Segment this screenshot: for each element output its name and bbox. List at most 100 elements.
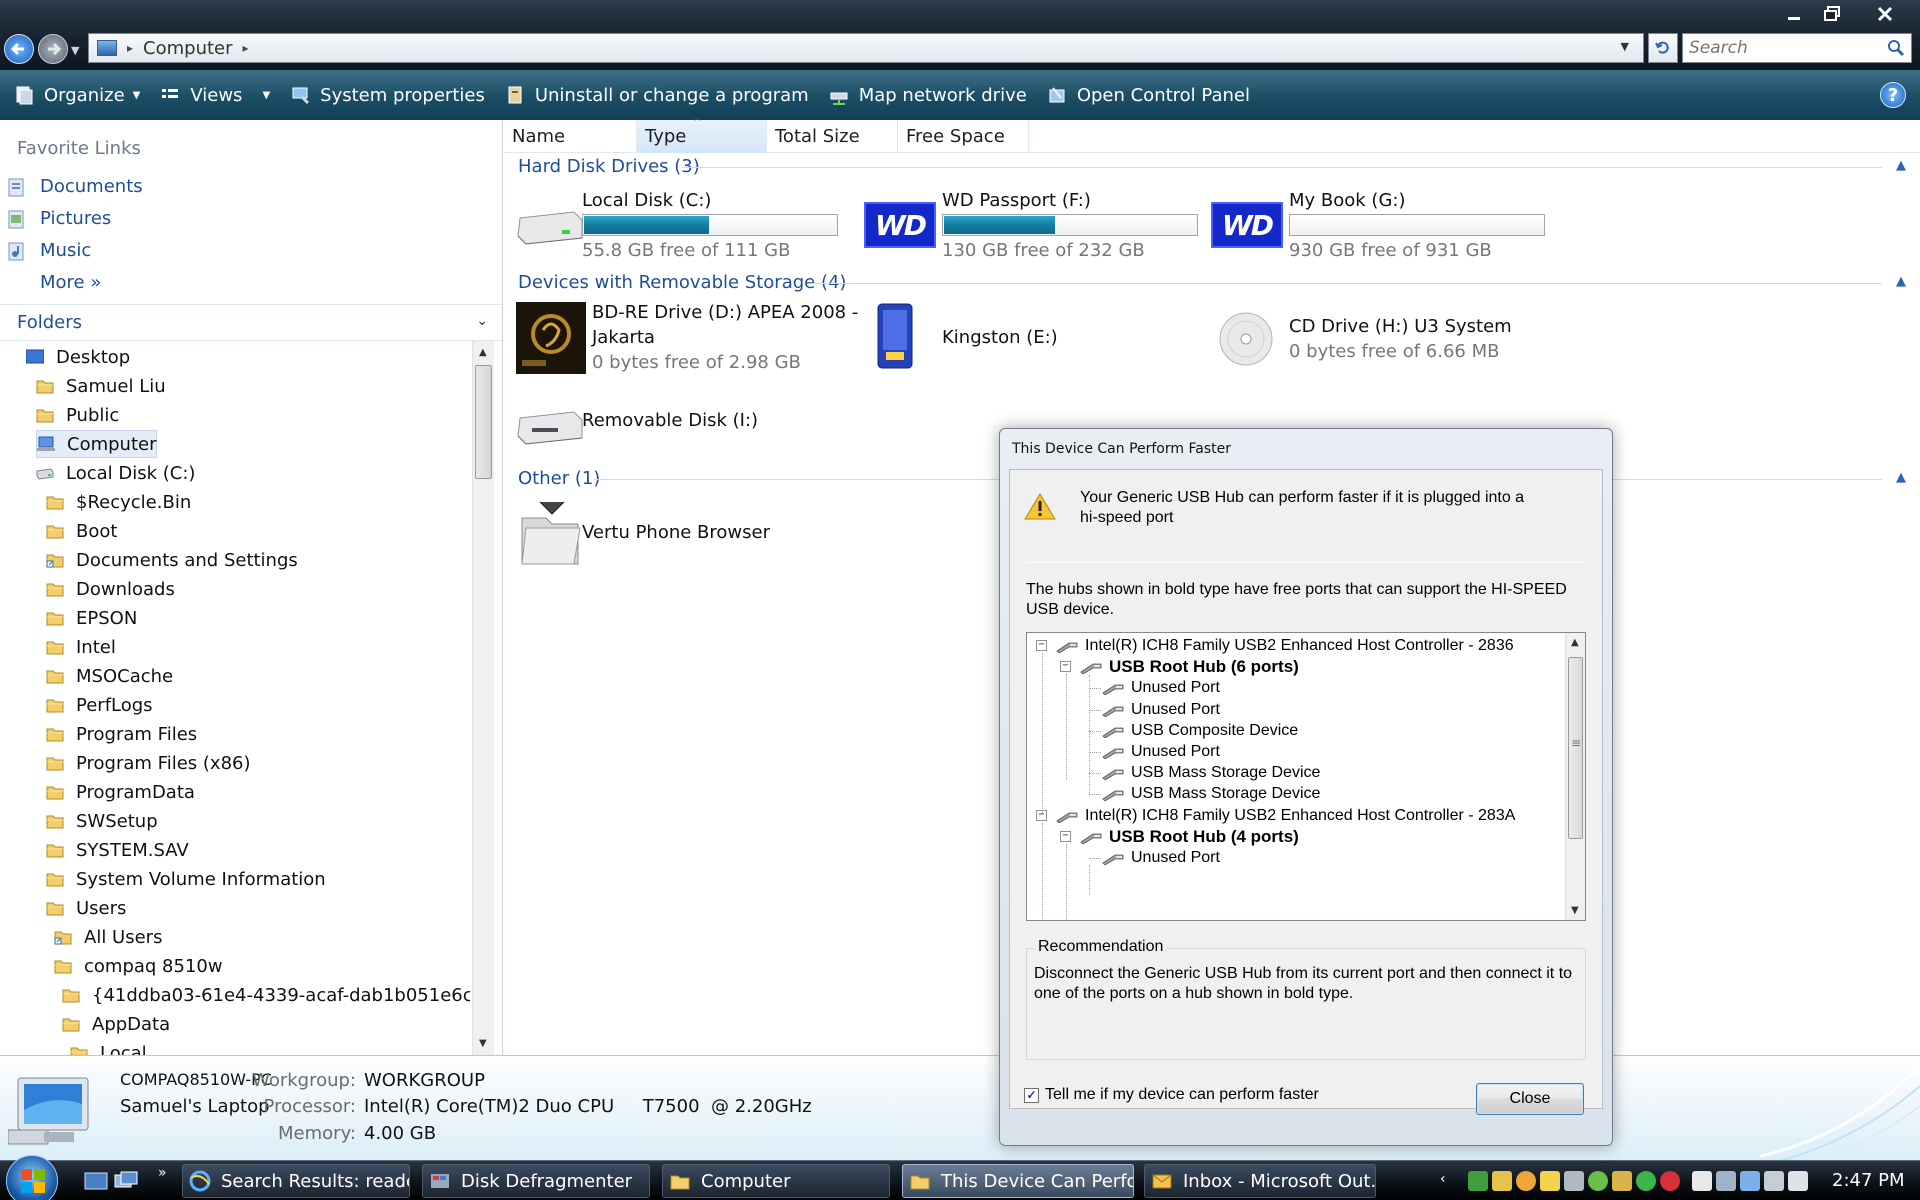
notify-checkbox-row[interactable]: ✓ Tell me if my device can perform faste… bbox=[1024, 1086, 1319, 1104]
drive-my-book-g[interactable]: WD My Book (G:) 930 GB free of 931 GB bbox=[1207, 190, 1545, 270]
help-icon[interactable]: ? bbox=[1880, 82, 1906, 108]
usb-port-node[interactable]: Unused Port bbox=[1101, 845, 1220, 871]
folder-tree-item[interactable]: PerfLogs bbox=[46, 691, 153, 719]
folders-header[interactable]: Folders ⌄ bbox=[0, 305, 502, 341]
open-control-panel-button[interactable]: Open Control Panel bbox=[1047, 85, 1250, 106]
collapse-group-icon[interactable]: ▲ bbox=[1896, 470, 1906, 485]
folder-tree-item[interactable]: System Volume Information bbox=[46, 865, 326, 893]
tray-utility-icon[interactable] bbox=[1540, 1171, 1560, 1191]
switch-windows-icon[interactable] bbox=[114, 1171, 138, 1191]
collapse-group-icon[interactable]: ▲ bbox=[1896, 274, 1906, 289]
tray-network-connection-icon[interactable] bbox=[1764, 1171, 1784, 1191]
tray-update-icon[interactable] bbox=[1636, 1171, 1656, 1191]
taskbar-button-computer[interactable]: Computer bbox=[662, 1164, 890, 1198]
drive-removable-i[interactable]: Removable Disk (I:) bbox=[514, 390, 814, 460]
search-input[interactable] bbox=[1689, 38, 1879, 58]
folder-tree-item[interactable]: Samuel Liu bbox=[36, 372, 166, 400]
address-bar[interactable]: ▸ Computer ▸ ▼ bbox=[88, 33, 1644, 63]
tray-volume-icon[interactable] bbox=[1788, 1171, 1808, 1191]
taskbar-button-search-results[interactable]: Search Results: reader... bbox=[182, 1164, 410, 1198]
folder-tree-item[interactable]: Desktop bbox=[26, 343, 130, 371]
forward-button[interactable] bbox=[38, 34, 68, 64]
folder-tree-item[interactable]: Boot bbox=[46, 517, 117, 545]
address-dropdown-icon[interactable]: ▼ bbox=[1621, 40, 1629, 53]
column-header-free-space[interactable]: Free Space bbox=[898, 120, 1029, 153]
collapse-node-icon[interactable]: − bbox=[1060, 830, 1071, 842]
taskbar-button-disk-defragmenter[interactable]: Disk Defragmenter bbox=[422, 1164, 650, 1198]
usb-tree-scrollbar[interactable]: ▲ ▼ bbox=[1565, 633, 1585, 920]
scroll-down-icon[interactable]: ▼ bbox=[1571, 905, 1579, 916]
group-header-removable-storage[interactable]: Devices with Removable Storage (4) bbox=[518, 272, 846, 293]
drive-cd-h[interactable]: CD Drive (H:) U3 System 0 bytes free of … bbox=[1207, 300, 1527, 380]
tray-device-icon[interactable] bbox=[1692, 1171, 1712, 1191]
organize-button[interactable]: Organize ▼ bbox=[14, 85, 140, 106]
tray-usb-icon[interactable] bbox=[1564, 1171, 1584, 1191]
folder-tree-item[interactable]: Computer bbox=[36, 430, 158, 458]
folder-tree-item[interactable]: Downloads bbox=[46, 575, 175, 603]
breadcrumb-separator-icon[interactable]: ▸ bbox=[243, 41, 249, 55]
tray-power-icon[interactable] bbox=[1740, 1171, 1760, 1191]
notify-checkbox[interactable]: ✓ bbox=[1024, 1087, 1039, 1103]
collapse-group-icon[interactable]: ▲ bbox=[1896, 158, 1906, 173]
notify-checkbox-label[interactable]: Tell me if my device can perform faster bbox=[1045, 1086, 1319, 1104]
scrollbar-thumb[interactable] bbox=[475, 365, 492, 479]
scroll-down-icon[interactable]: ▼ bbox=[479, 1038, 487, 1049]
favorite-link-pictures[interactable]: Pictures bbox=[8, 208, 111, 229]
drive-local-disk-c[interactable]: Local Disk (C:) 55.8 GB free of 111 GB bbox=[514, 190, 838, 270]
folder-tree-item[interactable]: Documents and Settings bbox=[46, 546, 298, 574]
folder-tree-item[interactable]: Public bbox=[36, 401, 119, 429]
collapse-node-icon[interactable]: − bbox=[1060, 661, 1071, 673]
folder-tree-item[interactable]: {41ddba03-61e4-4339-acaf-dab1b051e6c4} bbox=[62, 981, 470, 1009]
item-vertu-phone-browser[interactable]: Vertu Phone Browser bbox=[514, 498, 814, 578]
breadcrumb-computer[interactable]: Computer bbox=[143, 38, 232, 59]
system-properties-button[interactable]: System properties bbox=[290, 85, 485, 106]
quick-launch-more-icon[interactable]: » bbox=[158, 1165, 167, 1181]
tray-network-icon[interactable] bbox=[1468, 1171, 1488, 1191]
folder-tree-item[interactable]: SYSTEM.SAV bbox=[46, 836, 189, 864]
folder-tree-item[interactable]: $Recycle.Bin bbox=[46, 488, 191, 516]
folder-tree-item[interactable]: EPSON bbox=[46, 604, 137, 632]
favorite-links-more[interactable]: More » bbox=[40, 272, 101, 293]
taskbar-clock[interactable]: 2:47 PM bbox=[1832, 1170, 1905, 1191]
restore-button[interactable] bbox=[1810, 0, 1854, 28]
search-box[interactable] bbox=[1682, 33, 1912, 63]
map-network-drive-button[interactable]: Map network drive bbox=[829, 85, 1027, 106]
collapse-node-icon[interactable]: − bbox=[1036, 640, 1047, 651]
folder-tree-item[interactable]: Intel bbox=[46, 633, 116, 661]
scroll-up-icon[interactable]: ▲ bbox=[479, 347, 487, 358]
folder-tree-item[interactable]: Program Files (x86) bbox=[46, 749, 251, 777]
group-header-other[interactable]: Other (1) bbox=[518, 468, 600, 489]
drive-wd-passport-f[interactable]: WD WD Passport (F:) 130 GB free of 232 G… bbox=[860, 190, 1198, 270]
tray-antivirus-icon[interactable] bbox=[1660, 1171, 1680, 1191]
recent-pages-dropdown[interactable]: ▼ bbox=[71, 44, 79, 57]
tray-mail-icon[interactable] bbox=[1492, 1171, 1512, 1191]
tray-display-icon[interactable] bbox=[1716, 1171, 1736, 1191]
show-hidden-icons-button[interactable]: ‹ bbox=[1440, 1171, 1446, 1187]
favorite-link-music[interactable]: Music bbox=[8, 240, 91, 261]
start-button[interactable] bbox=[6, 1155, 58, 1200]
uninstall-program-button[interactable]: Uninstall or change a program bbox=[505, 85, 809, 106]
folder-tree-item[interactable]: Local Disk (C:) bbox=[36, 459, 195, 487]
tray-sync-icon[interactable] bbox=[1588, 1171, 1608, 1191]
search-icon[interactable] bbox=[1887, 39, 1905, 57]
favorite-link-documents[interactable]: Documents bbox=[8, 176, 143, 197]
chevron-down-icon[interactable]: ⌄ bbox=[476, 313, 488, 329]
show-desktop-icon[interactable] bbox=[84, 1171, 108, 1191]
scrollbar-thumb[interactable] bbox=[1568, 657, 1583, 839]
folder-tree-item[interactable]: MSOCache bbox=[46, 662, 173, 690]
folder-tree-item[interactable]: Users bbox=[46, 894, 126, 922]
close-button[interactable]: Close bbox=[1476, 1083, 1584, 1115]
scroll-up-icon[interactable]: ▲ bbox=[1571, 637, 1579, 648]
folder-tree-scrollbar[interactable]: ▲ ▼ bbox=[472, 341, 494, 1055]
folder-tree-item[interactable]: Program Files bbox=[46, 720, 197, 748]
taskbar-button-outlook-inbox[interactable]: Inbox - Microsoft Out... bbox=[1144, 1164, 1376, 1198]
column-header-type[interactable]: ^ Type bbox=[637, 117, 767, 153]
folder-tree-item[interactable]: ProgramData bbox=[46, 778, 195, 806]
drive-bd-re-d[interactable]: BD-RE Drive (D:) APEA 2008 - Jakarta 0 b… bbox=[514, 300, 858, 380]
column-header-total-size[interactable]: Total Size bbox=[767, 120, 898, 153]
tray-security-icon[interactable] bbox=[1612, 1171, 1632, 1191]
refresh-button[interactable] bbox=[1648, 33, 1678, 63]
group-header-hard-disk-drives[interactable]: Hard Disk Drives (3) bbox=[518, 156, 700, 177]
column-header-name[interactable]: Name bbox=[504, 120, 637, 153]
tray-messenger-icon[interactable] bbox=[1516, 1171, 1536, 1191]
